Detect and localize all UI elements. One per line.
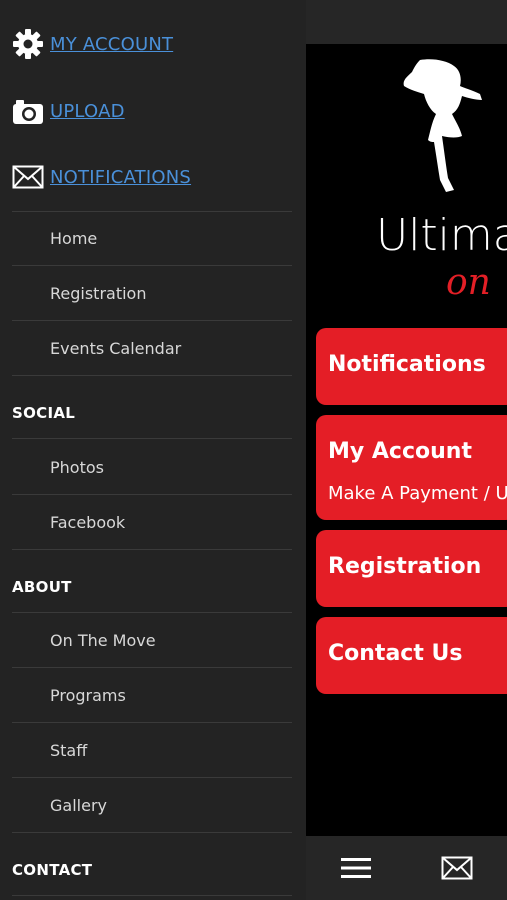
section-heading-about: ABOUT xyxy=(12,561,292,613)
card-title: Notifications xyxy=(328,352,486,377)
bottom-toolbar xyxy=(306,836,507,900)
app-header xyxy=(306,0,507,44)
gear-icon xyxy=(12,28,44,60)
notifications-label: NOTIFICATIONS xyxy=(50,166,192,188)
nav-item-label: Home xyxy=(50,229,98,248)
my-account-label: MY ACCOUNT xyxy=(50,33,174,55)
navigation-drawer: MY ACCOUNT UPLOAD NOTIFICATIONS Home Reg… xyxy=(0,0,306,900)
nav-item-registration[interactable]: Registration xyxy=(12,267,292,321)
main-content: Ultima on Notifications My Account Make … xyxy=(306,0,507,900)
nav-item-label: Facebook xyxy=(50,513,126,532)
section-heading-label: ABOUT xyxy=(12,577,72,596)
nav-item-label: Registration xyxy=(50,284,147,303)
nav-item-label: Photos xyxy=(50,458,104,477)
envelope-icon xyxy=(12,161,44,193)
brand-subtitle: on xyxy=(446,262,491,303)
nav-item-label: Gallery xyxy=(50,796,107,815)
section-heading-social: SOCIAL xyxy=(12,387,292,439)
contact-us-card[interactable]: Contact Us xyxy=(316,617,507,694)
nav-item-home[interactable]: Home xyxy=(12,212,292,266)
nav-item-label: Events Calendar xyxy=(50,339,182,358)
section-heading-label: CONTACT xyxy=(12,860,93,879)
my-account-link[interactable]: MY ACCOUNT xyxy=(0,24,300,64)
nav-item-label: On The Move xyxy=(50,631,156,650)
menu-icon[interactable] xyxy=(339,852,373,884)
card-title: My Account xyxy=(328,439,472,464)
notifications-card[interactable]: Notifications xyxy=(316,328,507,405)
nav-item-gallery[interactable]: Gallery xyxy=(12,779,292,833)
nav-item-programs[interactable]: Programs xyxy=(12,669,292,723)
section-heading-contact: CONTACT xyxy=(12,844,292,896)
brand-title: Ultima xyxy=(376,210,507,261)
dancer-logo xyxy=(403,59,482,192)
nav-item-label: Programs xyxy=(50,686,126,705)
card-title: Registration xyxy=(328,554,482,579)
card-subtitle: Make A Payment / U xyxy=(328,483,507,504)
registration-card[interactable]: Registration xyxy=(316,530,507,607)
envelope-icon[interactable] xyxy=(440,852,474,884)
card-title: Contact Us xyxy=(328,641,463,666)
nav-item-label: Staff xyxy=(50,741,88,760)
nav-item-on-the-move[interactable]: On The Move xyxy=(12,614,292,668)
my-account-card[interactable]: My Account Make A Payment / U xyxy=(316,415,507,520)
notifications-link[interactable]: NOTIFICATIONS xyxy=(0,157,300,197)
nav-item-events-calendar[interactable]: Events Calendar xyxy=(12,322,292,376)
upload-label: UPLOAD xyxy=(50,100,125,122)
section-heading-label: SOCIAL xyxy=(12,403,76,422)
upload-link[interactable]: UPLOAD xyxy=(0,91,300,131)
nav-item-staff[interactable]: Staff xyxy=(12,724,292,778)
camera-icon xyxy=(12,95,44,127)
nav-item-facebook[interactable]: Facebook xyxy=(12,496,292,550)
nav-item-photos[interactable]: Photos xyxy=(12,441,292,495)
